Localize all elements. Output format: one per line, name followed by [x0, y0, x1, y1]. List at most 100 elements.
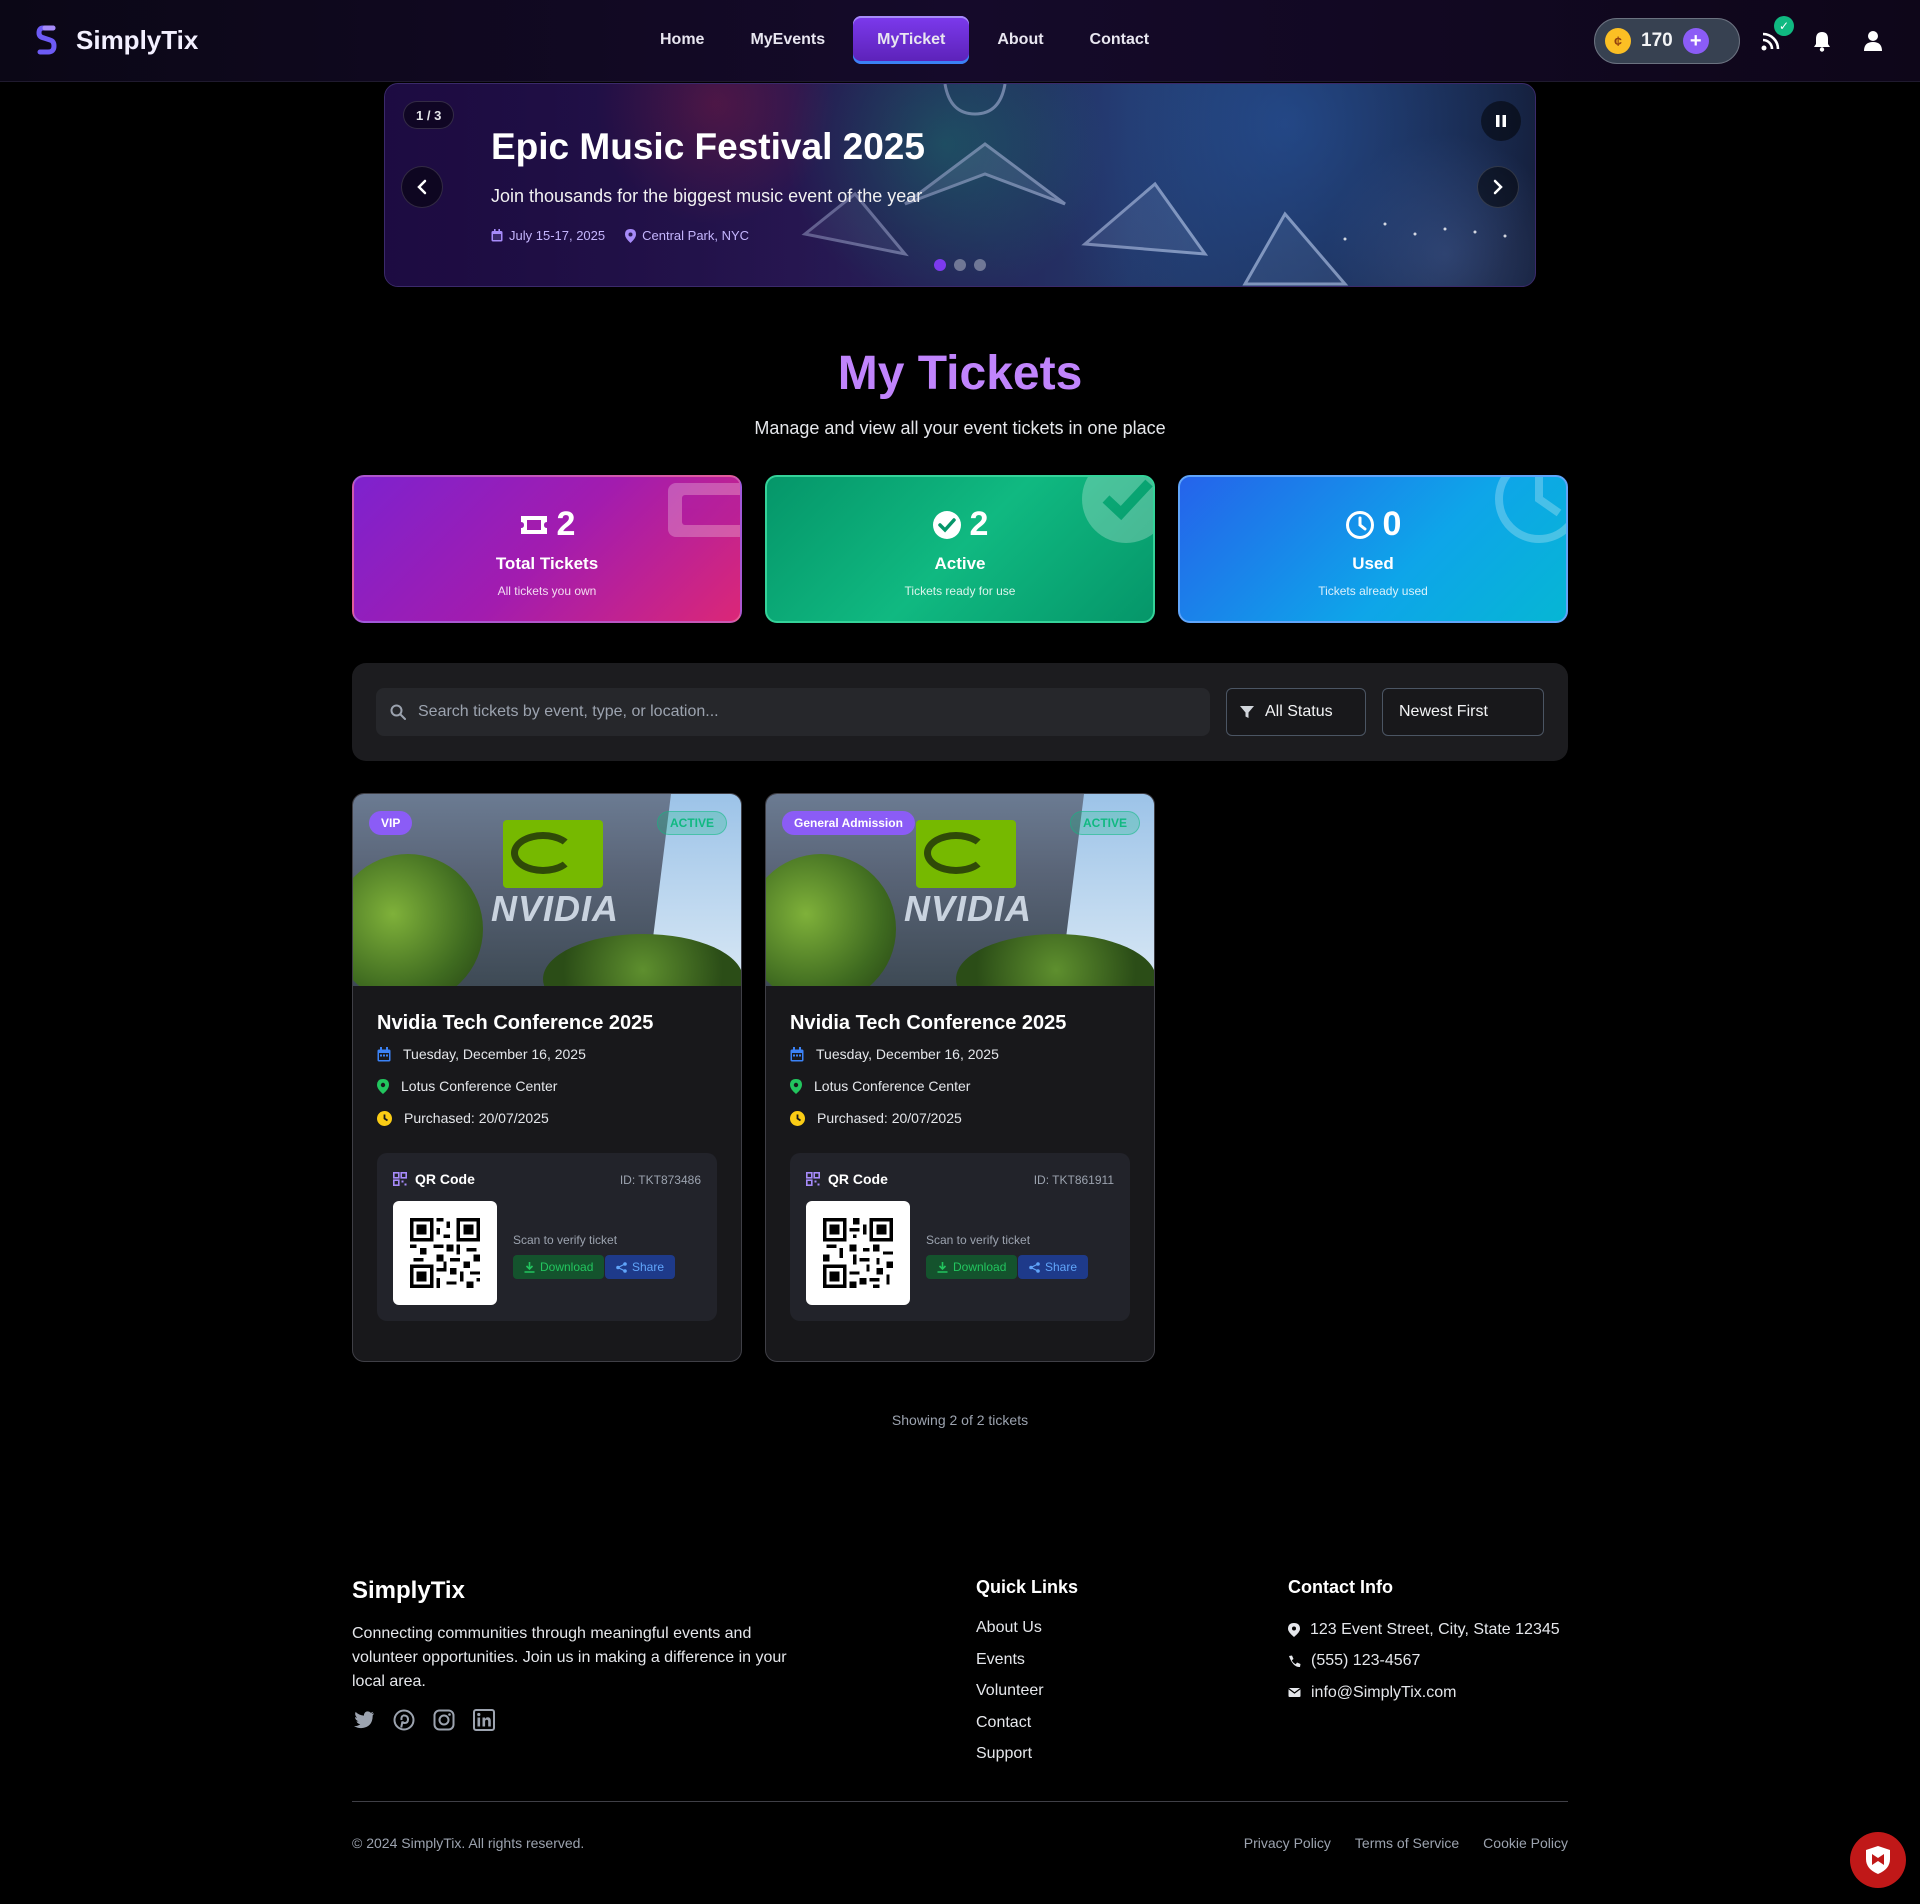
nav-contact[interactable]: Contact [1072, 16, 1168, 64]
pinterest-icon[interactable] [392, 1708, 416, 1732]
stat-value: 0 [1382, 505, 1402, 543]
status-filter-select[interactable]: All Status [1226, 688, 1366, 736]
qr-code-image [806, 1201, 910, 1305]
download-label: Download [953, 1260, 1007, 1274]
add-coins-icon[interactable]: + [1682, 28, 1709, 54]
download-button[interactable]: Download [513, 1255, 605, 1279]
event-image-sign: NVIDIA [904, 888, 1033, 929]
privacy-policy-link[interactable]: Privacy Policy [1244, 1835, 1331, 1851]
footer-link-events[interactable]: Events [976, 1651, 1044, 1673]
contact-address: 123 Event Street, City, State 12345 [1310, 1620, 1560, 1638]
qr-code-icon [806, 1172, 820, 1186]
twitter-icon[interactable] [352, 1708, 376, 1732]
social-links [352, 1708, 496, 1732]
share-icon [616, 1261, 627, 1273]
event-image-sign: NVIDIA [491, 888, 620, 929]
chevron-right-icon [1493, 179, 1503, 195]
filter-bar: Search tickets by event, type, or locati… [352, 663, 1568, 761]
ticket-icon [520, 515, 547, 534]
ticket-type-badge: General Admission [782, 811, 915, 835]
footer-link-about[interactable]: About Us [976, 1619, 1044, 1641]
nav-home[interactable]: Home [642, 16, 722, 64]
location-pin-icon [1288, 1622, 1300, 1637]
pause-button[interactable] [1481, 101, 1521, 141]
mcafee-shield-icon[interactable] [1850, 1832, 1906, 1888]
search-icon [390, 704, 406, 720]
footer-link-support[interactable]: Support [976, 1745, 1044, 1767]
qr-section: QR Code ID: TKT873486 Scan to verify tic… [377, 1153, 717, 1321]
results-count: Showing 2 of 2 tickets [891, 1412, 1029, 1428]
download-icon [524, 1261, 535, 1273]
status-filter-value: All Status [1265, 703, 1333, 720]
carousel-dot[interactable] [934, 259, 946, 271]
download-icon [937, 1261, 948, 1273]
calendar-icon [377, 1046, 391, 1061]
ticket-id: ID: TKT873486 [619, 1173, 701, 1187]
next-slide-button[interactable] [1477, 166, 1519, 208]
ticket-card[interactable]: NVIDIA VIP ACTIVE Nvidia Tech Conference… [352, 793, 742, 1362]
legal-links: Privacy Policy Terms of Service Cookie P… [1244, 1835, 1568, 1851]
stat-description: Tickets already used [1318, 584, 1428, 598]
stat-active: 2 Active Tickets ready for use [765, 475, 1155, 623]
contact-heading: Contact Info [1288, 1577, 1393, 1597]
scan-hint: Scan to verify ticket [513, 1233, 618, 1247]
coin-value: 170 [1641, 30, 1673, 51]
brand-name: SimplyTix [76, 24, 199, 55]
sort-value: Newest First [1399, 703, 1488, 720]
qr-section: QR Code ID: TKT861911 Scan to verify tic… [790, 1153, 1130, 1321]
stat-description: Tickets ready for use [904, 584, 1016, 598]
carousel-dot[interactable] [954, 259, 966, 271]
hero-carousel[interactable]: 1 / 3 Epic Music Festival 2025 Join thou… [384, 83, 1536, 287]
nav-myevents[interactable]: MyEvents [732, 16, 843, 64]
purchase-date: Purchased: 20/07/2025 [817, 1110, 962, 1126]
main-nav: Home MyEvents MyTicket About Contact [642, 16, 1167, 64]
sort-select[interactable]: Newest First [1382, 688, 1544, 736]
coin-balance[interactable]: ¢ 170 + [1594, 18, 1740, 64]
contact-phone[interactable]: (555) 123-4567 [1311, 1652, 1420, 1670]
stat-used: 0 Used Tickets already used [1178, 475, 1568, 623]
phone-icon [1289, 1655, 1301, 1667]
footer-link-volunteer[interactable]: Volunteer [976, 1682, 1044, 1704]
ticket-id: ID: TKT861911 [1033, 1173, 1114, 1187]
copyright: © 2024 SimplyTix. All rights reserved. [352, 1835, 585, 1851]
event-title: Nvidia Tech Conference 2025 [790, 1012, 1067, 1034]
ticket-card[interactable]: NVIDIA General Admission ACTIVE Nvidia T… [765, 793, 1155, 1362]
terms-link[interactable]: Terms of Service [1355, 1835, 1459, 1851]
cookie-policy-link[interactable]: Cookie Policy [1483, 1835, 1568, 1851]
stat-description: All tickets you own [497, 584, 597, 598]
slide-counter: 1 / 3 [403, 101, 455, 129]
footer-link-contact[interactable]: Contact [976, 1714, 1044, 1736]
download-button[interactable]: Download [926, 1255, 1018, 1279]
footer-brand: SimplyTix [352, 1577, 465, 1604]
prev-slide-button[interactable] [401, 166, 443, 208]
search-input[interactable]: Search tickets by event, type, or locati… [376, 688, 1210, 736]
share-label: Share [632, 1260, 665, 1274]
stat-total-tickets: 2 Total Tickets All tickets you own [352, 475, 742, 623]
status-badge: ACTIVE [1069, 811, 1140, 835]
bell-icon[interactable] [1807, 26, 1837, 56]
chevron-left-icon [417, 179, 427, 195]
qr-label: QR Code [415, 1171, 475, 1187]
instagram-icon[interactable] [432, 1708, 456, 1732]
contact-email[interactable]: info@SimplyTix.com [1311, 1684, 1456, 1702]
nav-about[interactable]: About [979, 16, 1061, 64]
event-title: Nvidia Tech Conference 2025 [377, 1012, 654, 1034]
carousel-dot[interactable] [974, 259, 986, 271]
share-button[interactable]: Share [1018, 1255, 1089, 1279]
linkedin-icon[interactable] [472, 1708, 496, 1732]
filter-icon [1240, 706, 1254, 718]
hero-meta: July 15-17, 2025 Central Park, NYC [491, 228, 749, 243]
location-pin-icon [625, 228, 637, 243]
check-circle-icon [932, 510, 961, 539]
stat-label: Active [934, 554, 986, 573]
share-button[interactable]: Share [605, 1255, 676, 1279]
top-navbar: SimplyTix Home MyEvents MyTicket About C… [0, 0, 1920, 82]
calendar-icon [790, 1046, 804, 1061]
event-image: NVIDIA General Admission ACTIVE [766, 794, 1154, 986]
purchase-date: Purchased: 20/07/2025 [404, 1110, 549, 1126]
brand-logo[interactable]: SimplyTix [36, 24, 198, 56]
nav-myticket[interactable]: MyTicket [853, 16, 970, 64]
calendar-icon [491, 229, 503, 242]
clock-icon [377, 1110, 392, 1126]
user-icon[interactable] [1858, 26, 1888, 56]
